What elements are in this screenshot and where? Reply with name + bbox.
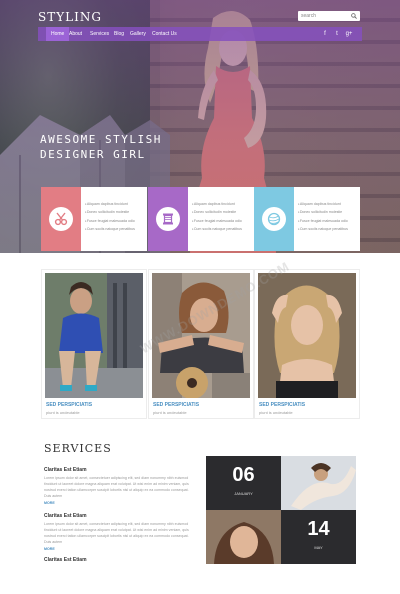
feature-list: Aliquam dapibus tincidunt Donec sollicit… (192, 200, 242, 233)
gallery-card-subtitle: piunt is undeutable (153, 410, 187, 415)
gallery-photo[interactable] (45, 273, 143, 398)
feature-list-item: Aliquam dapibus tincidunt (192, 200, 242, 208)
nav-item-gallery[interactable]: Gallery (130, 27, 146, 41)
date-day: 14 (307, 518, 330, 540)
nav-item-contact[interactable]: Contact Us (152, 27, 177, 41)
services-image-grid: 06 JANUARY 14 MAY (206, 456, 356, 564)
date-month: JANUARY (234, 491, 253, 496)
gallery-card-subtitle: piunt is undeutable (46, 410, 80, 415)
feature-list-item: Donec sollicitudin molestie (298, 208, 348, 216)
gallery-photo[interactable] (258, 273, 356, 398)
site-logo[interactable]: STYLING (38, 10, 102, 24)
service-entry: Claritas Est Etiam (44, 557, 194, 563)
twitter-icon[interactable]: t (333, 30, 341, 38)
service-title[interactable]: Claritas Est Etiam (44, 557, 194, 563)
feature-list-item: Fusce feugiat malesuada odio (85, 217, 135, 225)
feature-list-item: Fusce feugiat malesuada odio (298, 217, 348, 225)
gallery-card[interactable]: SED PERSPICIATIS piunt is undeutable (41, 269, 147, 419)
feature-list-item: Aliquam dapibus tincidunt (298, 200, 348, 208)
yarn-ball-icon (267, 212, 281, 226)
service-photo[interactable] (281, 456, 356, 510)
hero-headline-line1: AWESOME STYLISH (40, 133, 162, 146)
search-input[interactable]: search (298, 11, 360, 21)
nav-item-home[interactable]: Home (46, 27, 70, 41)
date-day: 06 (232, 464, 255, 486)
facebook-icon[interactable]: f (321, 30, 329, 38)
feature-swatch (41, 187, 81, 251)
service-more-link[interactable]: MORE (44, 501, 194, 505)
scissors-icon (54, 212, 68, 226)
services-heading: SERVICES (44, 442, 112, 455)
service-entry: Claritas Est Etiam Lorem ipsum dolor sit… (44, 513, 194, 551)
gallery-card-title[interactable]: SED PERSPICIATIS (153, 402, 199, 408)
feature-box[interactable]: Aliquam dapibus tincidunt Donec sollicit… (254, 187, 360, 251)
date-month: MAY (314, 545, 323, 550)
service-text: Lorem ipsum dolor sit amet, consectetuer… (44, 476, 189, 498)
hero-headline-line2: DESIGNER GIRL (40, 148, 146, 161)
nav-item-blog[interactable]: Blog (114, 27, 124, 41)
feature-list-item: Donec sollicitudin molestie (192, 208, 242, 216)
date-tile[interactable]: 06 JANUARY (206, 456, 281, 510)
service-text: Lorem ipsum dolor sit amet, consectetuer… (44, 522, 189, 544)
nav-item-about[interactable]: About (69, 27, 82, 41)
gallery-card-subtitle: piunt is undeutable (259, 410, 293, 415)
main-navigation: Home About Services Blog Gallery Contact… (38, 27, 362, 41)
thread-spool-icon (163, 213, 173, 225)
hero-headline: AWESOME STYLISH DESIGNER GIRL (40, 132, 162, 162)
feature-swatch (254, 187, 294, 251)
feature-list-item: Cum sociis natoque penatibus (298, 225, 348, 233)
service-photo[interactable] (206, 510, 281, 564)
feature-list: Aliquam dapibus tincidunt Donec sollicit… (298, 200, 348, 233)
date-tile[interactable]: 14 MAY (281, 510, 356, 564)
google-plus-icon[interactable]: g+ (345, 30, 353, 38)
feature-box[interactable]: Aliquam dapibus tincidunt Donec sollicit… (148, 187, 254, 251)
nav-item-services[interactable]: Services (90, 27, 109, 41)
feature-list: Aliquam dapibus tincidunt Donec sollicit… (85, 200, 135, 233)
hero-banner: STYLING search Home About Services Blog … (0, 0, 400, 253)
service-title[interactable]: Claritas Est Etiam (44, 513, 194, 519)
service-more-link[interactable]: MORE (44, 547, 194, 551)
service-entry: Claritas Est Etiam Lorem ipsum dolor sit… (44, 467, 194, 505)
feature-list-item: Cum sociis natoque penatibus (85, 225, 135, 233)
search-placeholder: search (301, 13, 317, 19)
gallery-card-title[interactable]: SED PERSPICIATIS (46, 402, 92, 408)
feature-list-item: Aliquam dapibus tincidunt (85, 200, 135, 208)
gallery-card-title[interactable]: SED PERSPICIATIS (259, 402, 305, 408)
feature-box[interactable]: Aliquam dapibus tincidunt Donec sollicit… (41, 187, 147, 251)
search-icon[interactable] (351, 13, 357, 19)
feature-list-item: Donec sollicitudin molestie (85, 208, 135, 216)
feature-swatch (148, 187, 188, 251)
gallery-card[interactable]: SED PERSPICIATIS piunt is undeutable (254, 269, 360, 419)
service-title[interactable]: Claritas Est Etiam (44, 467, 194, 473)
feature-list-item: Fusce feugiat malesuada odio (192, 217, 242, 225)
feature-list-item: Cum sociis natoque penatibus (192, 225, 242, 233)
